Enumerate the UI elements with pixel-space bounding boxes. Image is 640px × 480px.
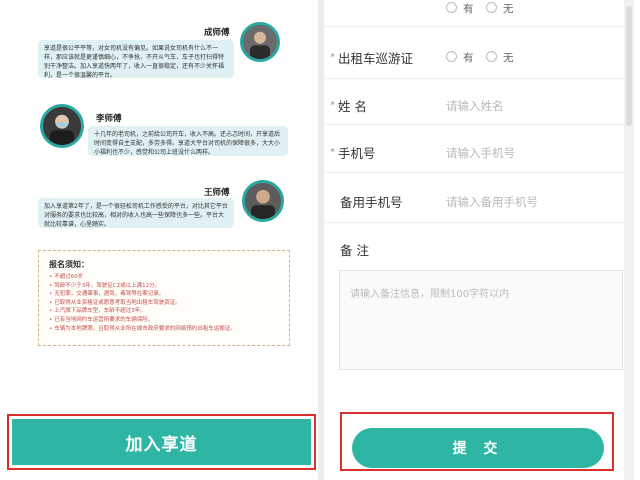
testimonial-bubble-cheng: 享道是很公平平等，对女司机没有偏见。如果说女司机有什么不一样，那应该就是更谨慎细…: [38, 40, 234, 79]
cruise-cert-label: * 出租车巡游证: [330, 51, 414, 66]
radio-cruise-no[interactable]: [486, 51, 497, 62]
driver-avatar-wang: [242, 180, 284, 222]
bullet-icon: •: [49, 282, 53, 289]
join-button[interactable]: 加入享道: [12, 419, 311, 465]
recruitment-panel: 成师傅 享道是很公平平等，对女司机没有偏见。如果说女司机有什么不一样，那应该就是…: [0, 0, 318, 480]
row-divider: [324, 26, 624, 27]
notice-title: 报名须知：: [49, 260, 89, 269]
notice-item: • 上汽旗下品牌车型，车龄不超过3年。: [49, 308, 146, 315]
required-mark: *: [330, 100, 335, 111]
notice-item: • 已有当地网约车运营所要求的车辆保险。: [49, 316, 154, 323]
submit-button[interactable]: 提 交: [352, 428, 604, 468]
bullet-icon: •: [49, 291, 53, 298]
scrollbar-thumb[interactable]: [626, 6, 632, 126]
submit-button-highlight: 提 交: [340, 412, 614, 471]
remark-label: 备 注: [340, 243, 369, 258]
bullet-icon: •: [49, 316, 53, 323]
radio-cruise-yes[interactable]: [446, 51, 457, 62]
driver-name-li: 李师傅: [96, 114, 122, 124]
backup-phone-label: 备用手机号: [340, 195, 403, 210]
radio-top-no[interactable]: [486, 2, 497, 13]
driver-avatar-li: [40, 104, 84, 148]
notice-item: • 无犯罪，交通肇事，酒驾，毒驾等在案记录。: [49, 291, 165, 298]
row-divider: [324, 172, 624, 173]
row-divider: [324, 78, 624, 79]
phone-label: * 手机号: [330, 146, 376, 161]
application-notice: 报名须知： • 不超过60岁 • 驾龄不少于3年，驾驶证C2或以上满12分。 • 无犯…: [38, 250, 290, 346]
testimonial-bubble-wang: 加入享道第2年了，是一个很轻松司机工作感受的平台，对比其它平台对服务的要求也比较…: [38, 198, 234, 228]
remark-placeholder: 请输入备注信息，限制100字符以内: [350, 289, 510, 300]
remark-textarea[interactable]: 请输入备注信息，限制100字符以内: [339, 270, 623, 370]
testimonial-bubble-li: 十几年的老司机，之前给公司开车，收入不高。还忐忑时间，开享道后时间变得自主支配，…: [88, 126, 288, 156]
radio-cruise-yes-label: 有: [463, 52, 474, 64]
row-divider: [324, 222, 624, 223]
driver-name-cheng: 成师傅: [204, 28, 230, 38]
radio-cruise-no-label: 无: [503, 52, 514, 64]
notice-item: • 不超过60岁: [49, 274, 84, 280]
driver-avatar-cheng: [240, 22, 280, 62]
name-label: * 姓 名: [330, 99, 367, 114]
row-divider: [324, 124, 624, 125]
driver-photo-icon: [43, 107, 81, 145]
bullet-icon: •: [49, 299, 53, 306]
notice-item: • 已取得从业资格证或愿意考取当地出租车驾驶资证。: [49, 299, 181, 306]
notice-item: • 车辆为本地牌照，且取得从业所在城市政府要求的网络预约出租车运输证。: [49, 325, 236, 332]
bullet-icon: •: [49, 308, 53, 315]
radio-top-yes-label: 有: [463, 3, 474, 15]
driver-photo-icon: [245, 183, 281, 219]
required-mark: *: [330, 147, 335, 158]
backup-phone-input[interactable]: 请输入备用手机号: [446, 194, 538, 210]
join-button-highlight: 加入享道: [7, 414, 316, 470]
required-mark: *: [330, 52, 335, 63]
driver-photo-icon: [243, 25, 277, 59]
name-input[interactable]: 请输入姓名: [446, 98, 504, 114]
phone-input[interactable]: 请输入手机号: [446, 145, 515, 161]
driver-name-wang: 王师傅: [204, 188, 230, 198]
radio-top-yes[interactable]: [446, 2, 457, 13]
notice-item: • 驾龄不少于3年，驾驶证C2或以上满12分。: [49, 282, 161, 289]
registration-form: 有 无 * 出租车巡游证 有 无 * 姓 名 请输入姓名 * 手机号 请输入手机号 备…: [324, 0, 640, 480]
bullet-icon: •: [49, 274, 53, 280]
radio-top-no-label: 无: [503, 3, 514, 15]
bullet-icon: •: [49, 325, 53, 332]
